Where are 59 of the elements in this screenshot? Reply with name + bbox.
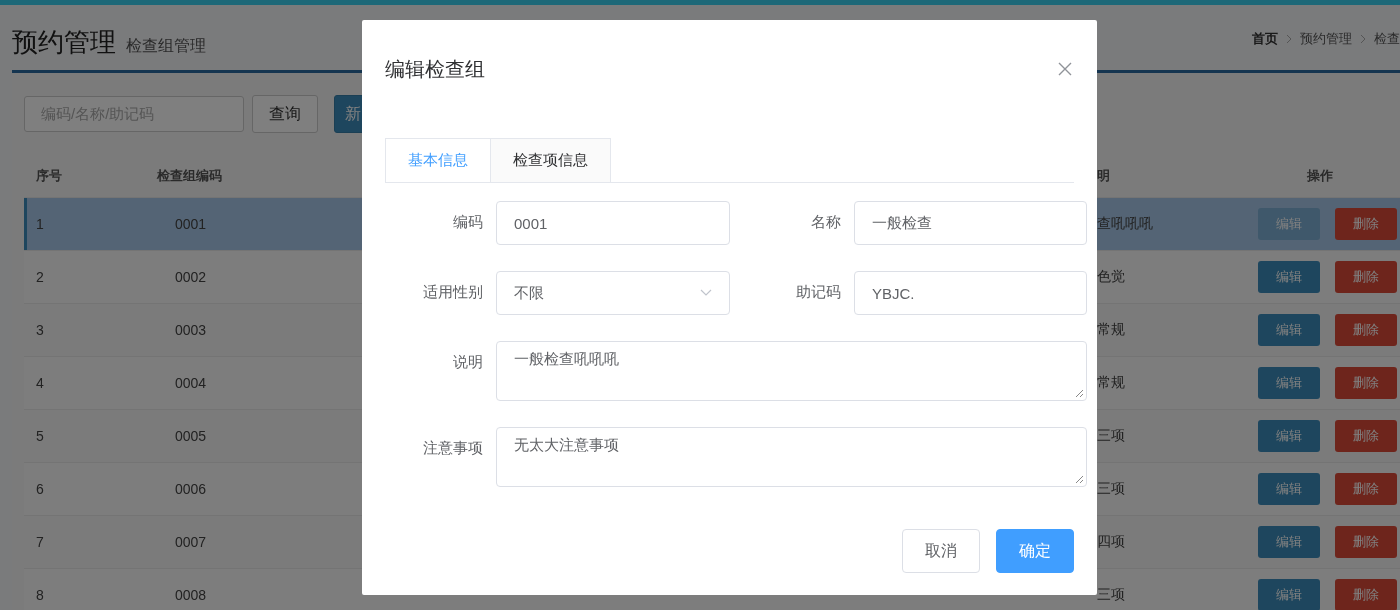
chevron-icon: [1360, 34, 1366, 44]
column-header: 序号: [24, 155, 139, 198]
close-icon[interactable]: [1058, 62, 1072, 76]
input-field[interactable]: 一般检查: [854, 201, 1087, 245]
edit-button[interactable]: 编辑: [1258, 314, 1320, 346]
chevron-down-icon: [700, 289, 712, 297]
table-cell: 4: [24, 356, 139, 410]
resize-handle-icon: [1075, 475, 1084, 484]
table-cell: 1: [24, 197, 139, 251]
edit-button[interactable]: 编辑: [1258, 420, 1320, 452]
table-cell: 0006: [139, 462, 361, 516]
confirm-button[interactable]: 确定: [996, 529, 1074, 573]
table-cell: 常规: [1096, 356, 1239, 410]
query-button[interactable]: 查询: [252, 95, 318, 133]
breadcrumb-link[interactable]: 预约管理: [1300, 30, 1352, 48]
page-subtitle: 检查组管理: [126, 37, 207, 54]
delete-button[interactable]: 删除: [1335, 261, 1397, 293]
resize-handle-icon: [1075, 389, 1084, 398]
column-header: 明: [1096, 155, 1239, 198]
page-title: 预约管理: [12, 27, 116, 57]
tab[interactable]: 检查项信息: [491, 138, 611, 182]
edit-button[interactable]: 编辑: [1258, 261, 1320, 293]
select-field[interactable]: 不限: [496, 271, 730, 315]
table-cell: 0001: [139, 197, 361, 251]
dialog-title: 编辑检查组: [385, 56, 485, 82]
edit-button[interactable]: 编辑: [1258, 473, 1320, 505]
chevron-icon: [1286, 34, 1292, 44]
input-field[interactable]: YBJC.: [854, 271, 1087, 315]
delete-button[interactable]: 删除: [1335, 579, 1397, 610]
delete-button[interactable]: 删除: [1335, 367, 1397, 399]
field-label: 适用性别: [422, 282, 483, 302]
breadcrumb-link[interactable]: 检查: [1374, 30, 1400, 48]
delete-button[interactable]: 删除: [1335, 314, 1397, 346]
input-field[interactable]: 0001: [496, 201, 730, 245]
tab[interactable]: 基本信息: [385, 138, 491, 182]
table-cell: 6: [24, 462, 139, 516]
text-area[interactable]: 一般检查吼吼吼: [496, 341, 1087, 401]
edit-button[interactable]: 编辑: [1258, 367, 1320, 399]
field-label: 编码: [452, 212, 483, 232]
text-area[interactable]: 无太大注意事项: [496, 427, 1087, 487]
table-cell: 查吼吼吼: [1096, 197, 1239, 251]
table-cell: 0002: [139, 250, 361, 304]
field-label: 注意事项: [422, 438, 483, 458]
field-label: 名称: [810, 212, 841, 232]
table-cell: 2: [24, 250, 139, 304]
table-cell: 0004: [139, 356, 361, 410]
table-cell: 三项: [1096, 462, 1239, 516]
edit-button[interactable]: 编辑: [1258, 579, 1320, 610]
delete-button[interactable]: 删除: [1335, 208, 1397, 240]
cancel-button[interactable]: 取消: [902, 529, 980, 573]
column-header: 操作: [1239, 155, 1400, 198]
edit-button[interactable]: 编辑: [1258, 526, 1320, 558]
field-label: 助记码: [795, 282, 841, 302]
column-header: 检查组编码: [139, 155, 361, 198]
delete-button[interactable]: 删除: [1335, 420, 1397, 452]
delete-button[interactable]: 删除: [1335, 526, 1397, 558]
delete-button[interactable]: 删除: [1335, 473, 1397, 505]
breadcrumb-link[interactable]: 首页: [1252, 30, 1278, 48]
table-cell: 色觉: [1096, 250, 1239, 304]
